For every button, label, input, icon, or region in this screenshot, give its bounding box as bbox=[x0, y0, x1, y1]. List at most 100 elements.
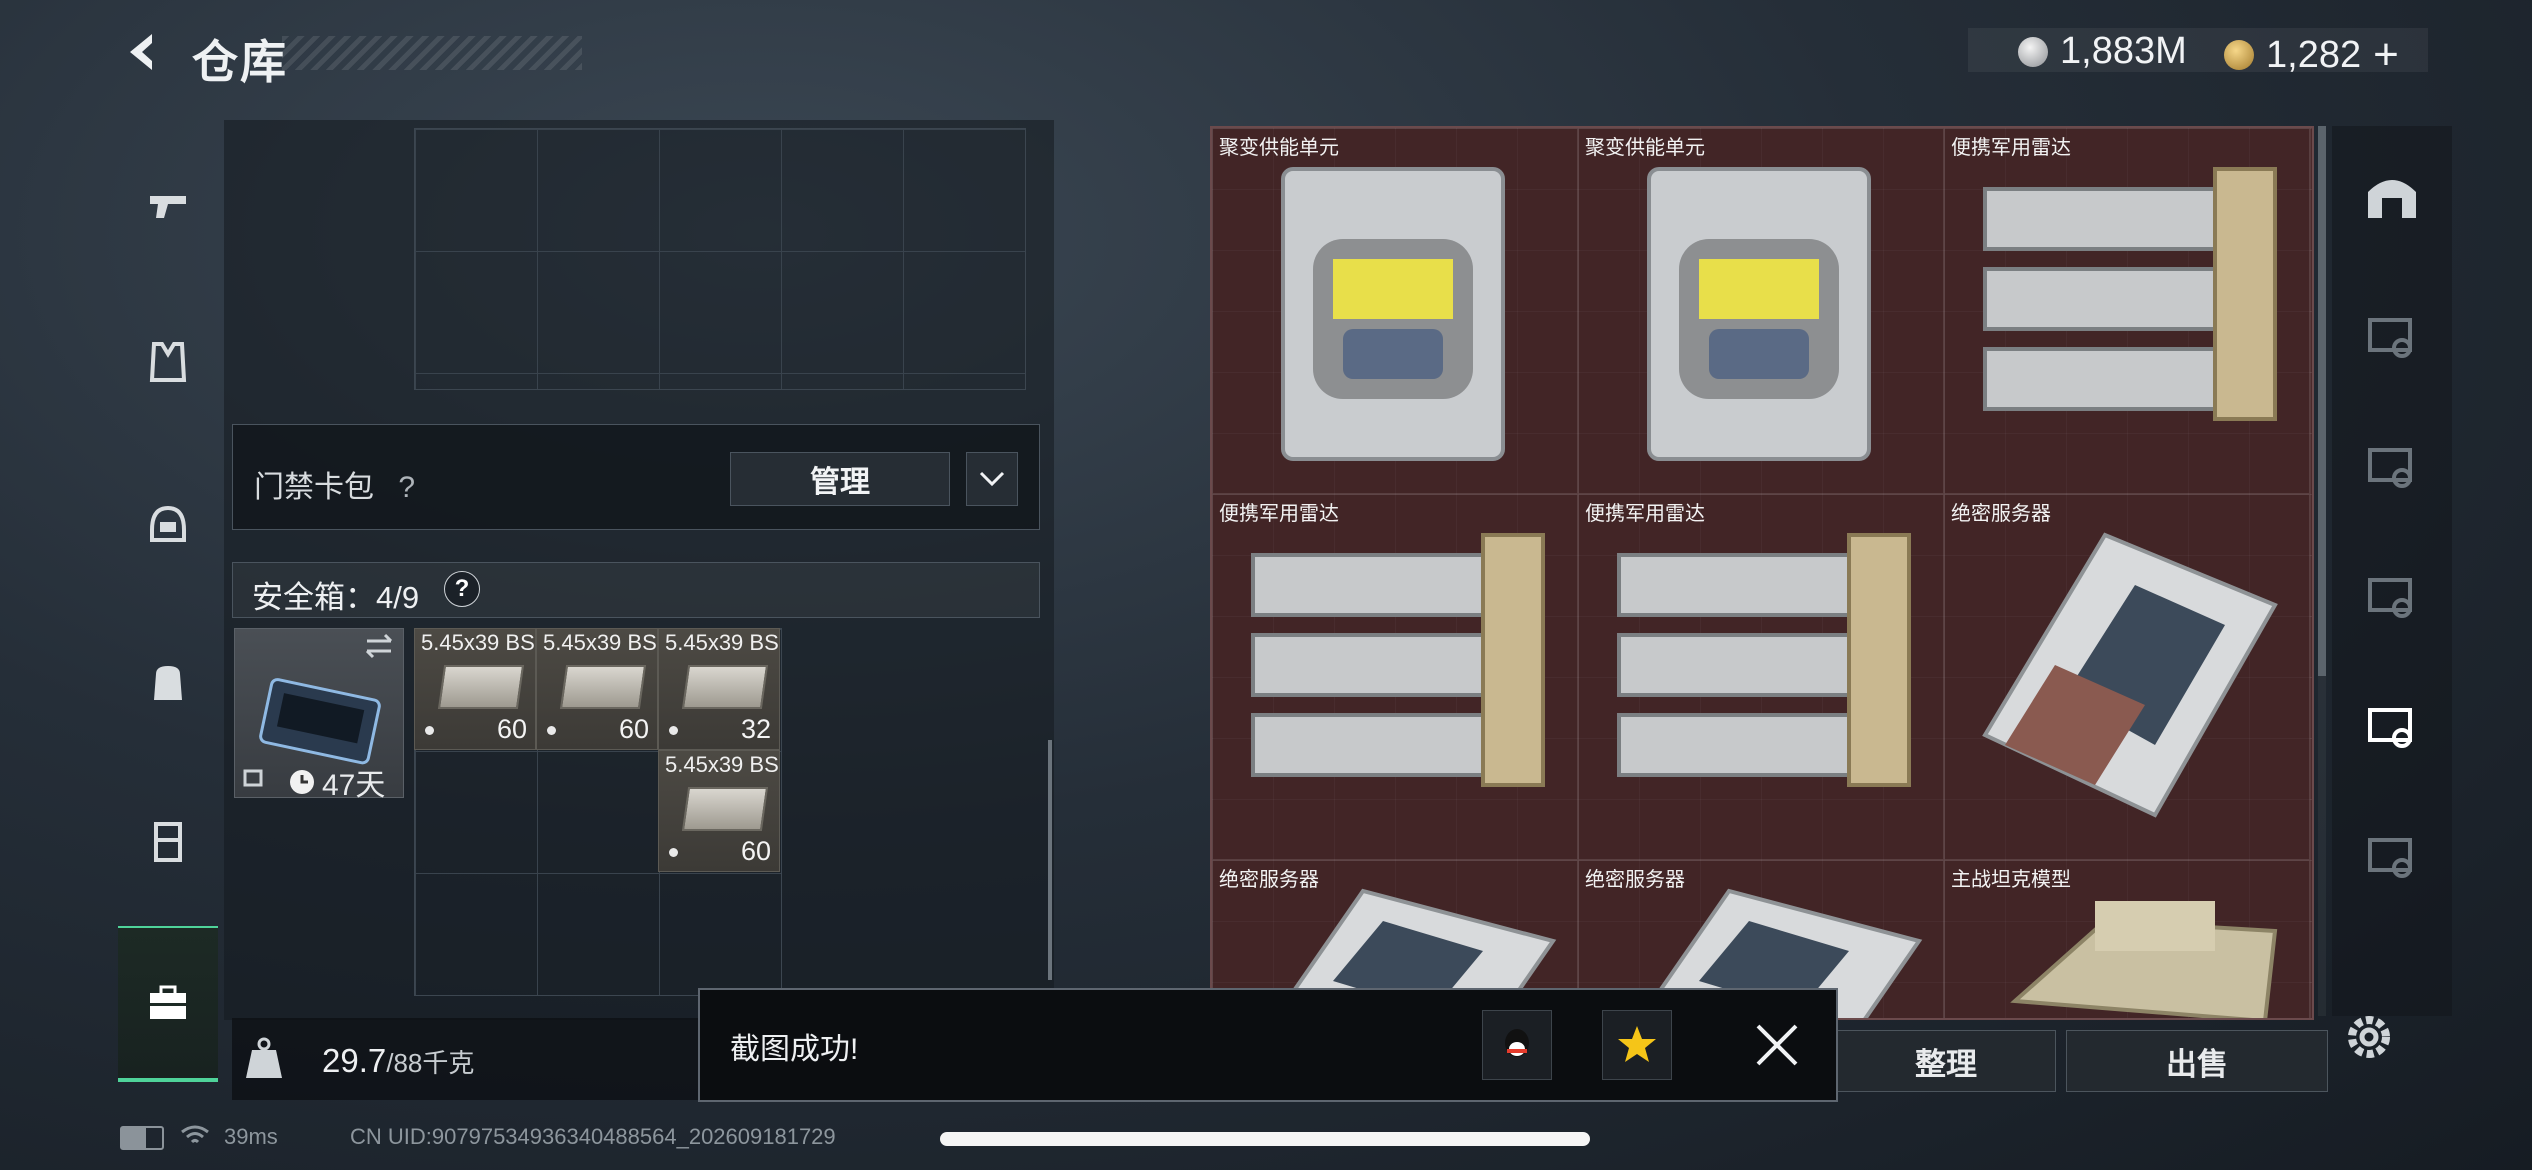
keycard-dropdown-button[interactable] bbox=[966, 452, 1018, 506]
keycard-help-icon[interactable]: ? bbox=[398, 471, 415, 504]
stash-page-tab-active[interactable] bbox=[2332, 666, 2452, 786]
silver-amount: 1,883M bbox=[2060, 30, 2187, 72]
clock-icon bbox=[290, 770, 314, 794]
stash-item[interactable]: 便携军用雷达 bbox=[1578, 494, 1944, 860]
page-title: 仓库 bbox=[192, 36, 288, 88]
back-arrow-icon[interactable] bbox=[118, 28, 166, 76]
item-label: 便携军用雷达 bbox=[1951, 137, 2071, 159]
weight-value: 29.7/88千克 bbox=[322, 1042, 474, 1080]
server-image bbox=[1982, 532, 2278, 818]
wifi-icon bbox=[181, 1125, 209, 1144]
stash-page-tab[interactable] bbox=[2332, 406, 2452, 526]
weight-kg-icon bbox=[246, 1037, 282, 1078]
lock-icon bbox=[243, 769, 263, 787]
battery-icon bbox=[120, 1126, 164, 1150]
radar-image bbox=[1983, 167, 2277, 421]
gold-currency: 1,282 + bbox=[2224, 30, 2399, 80]
share-qzone-button[interactable] bbox=[1602, 1010, 1672, 1080]
settings-gear-icon[interactable] bbox=[2342, 1010, 2396, 1064]
stash-overview-tab[interactable] bbox=[2332, 136, 2452, 256]
nav-item-rig[interactable] bbox=[118, 792, 218, 892]
gold-amount: 1,282 bbox=[2266, 33, 2362, 76]
stash-item[interactable]: 主战坦克模型 bbox=[1944, 860, 2310, 1018]
user-uid: CN UID:9079753493634048856‍4_20260918172… bbox=[350, 1124, 836, 1149]
nav-item-weapon[interactable] bbox=[118, 156, 218, 256]
radar-image bbox=[1617, 533, 1911, 787]
vest-icon bbox=[149, 342, 187, 382]
fusion-cell-image bbox=[1281, 167, 1505, 461]
item-label: 聚变供能单元 bbox=[1219, 137, 1339, 159]
backpack-icon bbox=[154, 666, 182, 700]
title-decoration bbox=[282, 36, 582, 70]
stash-home-icon bbox=[2368, 180, 2416, 218]
item-label: 绝密服务器 bbox=[1951, 503, 2051, 525]
stash-page-tab[interactable] bbox=[2332, 276, 2452, 396]
nav-item-storage[interactable] bbox=[118, 926, 218, 1082]
stash-page-icon bbox=[2368, 708, 2412, 748]
stash-page-icon bbox=[2368, 578, 2412, 618]
stash-item[interactable]: 聚变供能单元 bbox=[1212, 128, 1578, 494]
ammo-item[interactable]: 5.45x39 BS 60 bbox=[414, 628, 536, 750]
share-qq-button[interactable] bbox=[1482, 1010, 1552, 1080]
silver-coin-icon bbox=[2018, 36, 2048, 67]
container-grid bbox=[414, 128, 1026, 390]
stash-item[interactable]: 聚变供能单元 bbox=[1578, 128, 1944, 494]
stash-grid: 聚变供能单元 聚变供能单元 便携军用雷达 便携军用雷达 便携军用雷达 绝密服务器… bbox=[1210, 126, 2314, 1020]
manage-button[interactable]: 管理 bbox=[730, 452, 950, 506]
safebox-label: 安全箱：4/9 bbox=[252, 580, 420, 615]
weight-max: /88千克 bbox=[386, 1048, 475, 1078]
pistol-icon bbox=[150, 196, 186, 218]
ammo-item[interactable]: 5.45x39 BS 60 bbox=[536, 628, 658, 750]
nav-item-helmet[interactable] bbox=[118, 474, 218, 574]
item-label: 主战坦克模型 bbox=[1951, 869, 2071, 891]
toolbox-icon bbox=[150, 985, 186, 1019]
stash-page-sidebar bbox=[2332, 126, 2452, 1016]
item-label: 便携军用雷达 bbox=[1219, 503, 1339, 525]
radar-image bbox=[1251, 533, 1545, 787]
safebox-help-icon[interactable]: ? bbox=[444, 571, 480, 607]
stash-page-icon bbox=[2368, 838, 2412, 878]
keycard-holder-label: 门禁卡包 ? bbox=[254, 471, 416, 504]
ammo-item[interactable]: 5.45x39 BS 32 bbox=[658, 628, 780, 750]
chest-rig-icon bbox=[154, 822, 182, 862]
stash-item[interactable]: 便携军用雷达 bbox=[1212, 494, 1578, 860]
nav-item-backpack[interactable] bbox=[118, 632, 218, 732]
qq-icon bbox=[1505, 1029, 1529, 1057]
item-label: 绝密服务器 bbox=[1585, 869, 1685, 891]
ammo-box-image bbox=[681, 787, 769, 831]
ammo-item[interactable]: 5.45x39 BS 60 bbox=[658, 750, 780, 872]
weight-current: 29.7 bbox=[322, 1042, 387, 1079]
item-label: 便携军用雷达 bbox=[1585, 503, 1705, 525]
toast-message: 截图成功! bbox=[730, 1033, 859, 1066]
weight-bar bbox=[232, 1018, 732, 1100]
safebox-expiry: 47天 bbox=[288, 760, 385, 804]
gold-coin-icon bbox=[2224, 40, 2254, 70]
inventory-scrollbar[interactable] bbox=[1048, 740, 1052, 980]
stash-page-icon bbox=[2368, 318, 2412, 358]
stash-scrollbar[interactable] bbox=[2318, 126, 2326, 676]
fusion-cell-image bbox=[1647, 167, 1871, 461]
stash-item[interactable]: 便携军用雷达 bbox=[1944, 128, 2310, 494]
stash-page-tab[interactable] bbox=[2332, 536, 2452, 656]
ammo-box-image bbox=[559, 665, 647, 709]
qzone-star-icon bbox=[1618, 1026, 1656, 1062]
home-indicator[interactable] bbox=[940, 1132, 1590, 1146]
silver-currency: 1,883M bbox=[2018, 30, 2187, 73]
ping-value: 39ms bbox=[224, 1124, 278, 1149]
stash-item[interactable]: 绝密服务器 bbox=[1944, 494, 2310, 860]
stash-page-tab[interactable] bbox=[2332, 796, 2452, 916]
sell-button[interactable]: 出售 bbox=[2066, 1030, 2328, 1092]
ammo-box-image bbox=[437, 665, 525, 709]
close-icon[interactable] bbox=[1752, 1020, 1802, 1070]
sort-button[interactable]: 整理 bbox=[1836, 1030, 2056, 1092]
left-category-nav bbox=[118, 116, 218, 1086]
helmet-icon bbox=[150, 505, 186, 542]
item-label: 聚变供能单元 bbox=[1585, 137, 1705, 159]
add-currency-button[interactable]: + bbox=[2373, 30, 2399, 80]
ammo-box-image bbox=[681, 665, 769, 709]
item-label: 绝密服务器 bbox=[1219, 869, 1319, 891]
stash-page-icon bbox=[2368, 448, 2412, 488]
nav-item-armor[interactable] bbox=[118, 312, 218, 412]
chevron-down-icon bbox=[979, 471, 1005, 487]
swap-icon bbox=[365, 633, 393, 659]
